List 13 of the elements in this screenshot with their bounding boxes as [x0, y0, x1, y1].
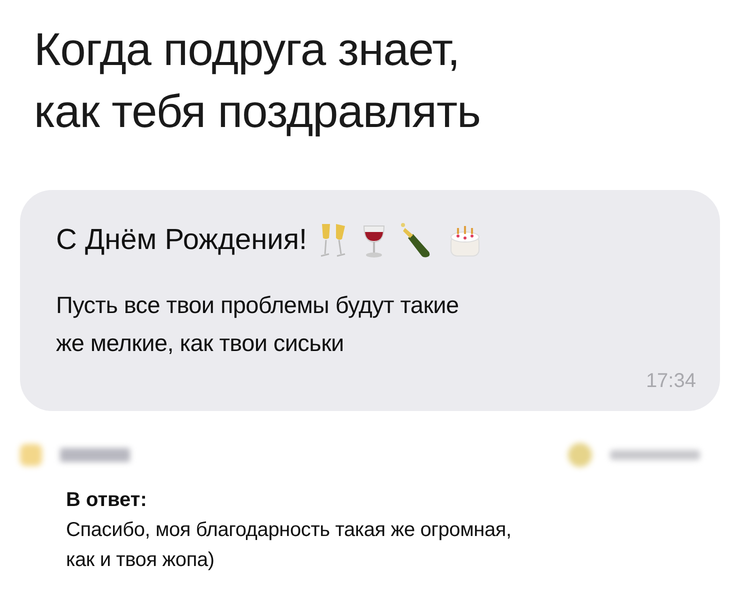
message-text: же мелкие, как твои сиськи: [56, 329, 345, 358]
reply-text: Спасибо, моя благодарность такая же огромная,: [66, 518, 512, 543]
caption-text: как тебя поздравлять: [34, 84, 482, 139]
message-time: 17:34: [646, 370, 696, 393]
reply-text: как и твоя жопа): [66, 548, 216, 573]
blurred-label-icon: [610, 450, 700, 460]
blurred-name-icon: [60, 448, 130, 462]
message-title: С Днём Рождения!: [56, 224, 308, 256]
caption-text: Когда подруга знает,: [34, 22, 461, 77]
blurred-avatar-icon: [20, 444, 42, 466]
blurred-reaction-icon: [568, 443, 592, 467]
reply-label: В ответ:: [66, 488, 148, 513]
message-text: Пусть все твои проблемы будут такие: [56, 291, 460, 320]
